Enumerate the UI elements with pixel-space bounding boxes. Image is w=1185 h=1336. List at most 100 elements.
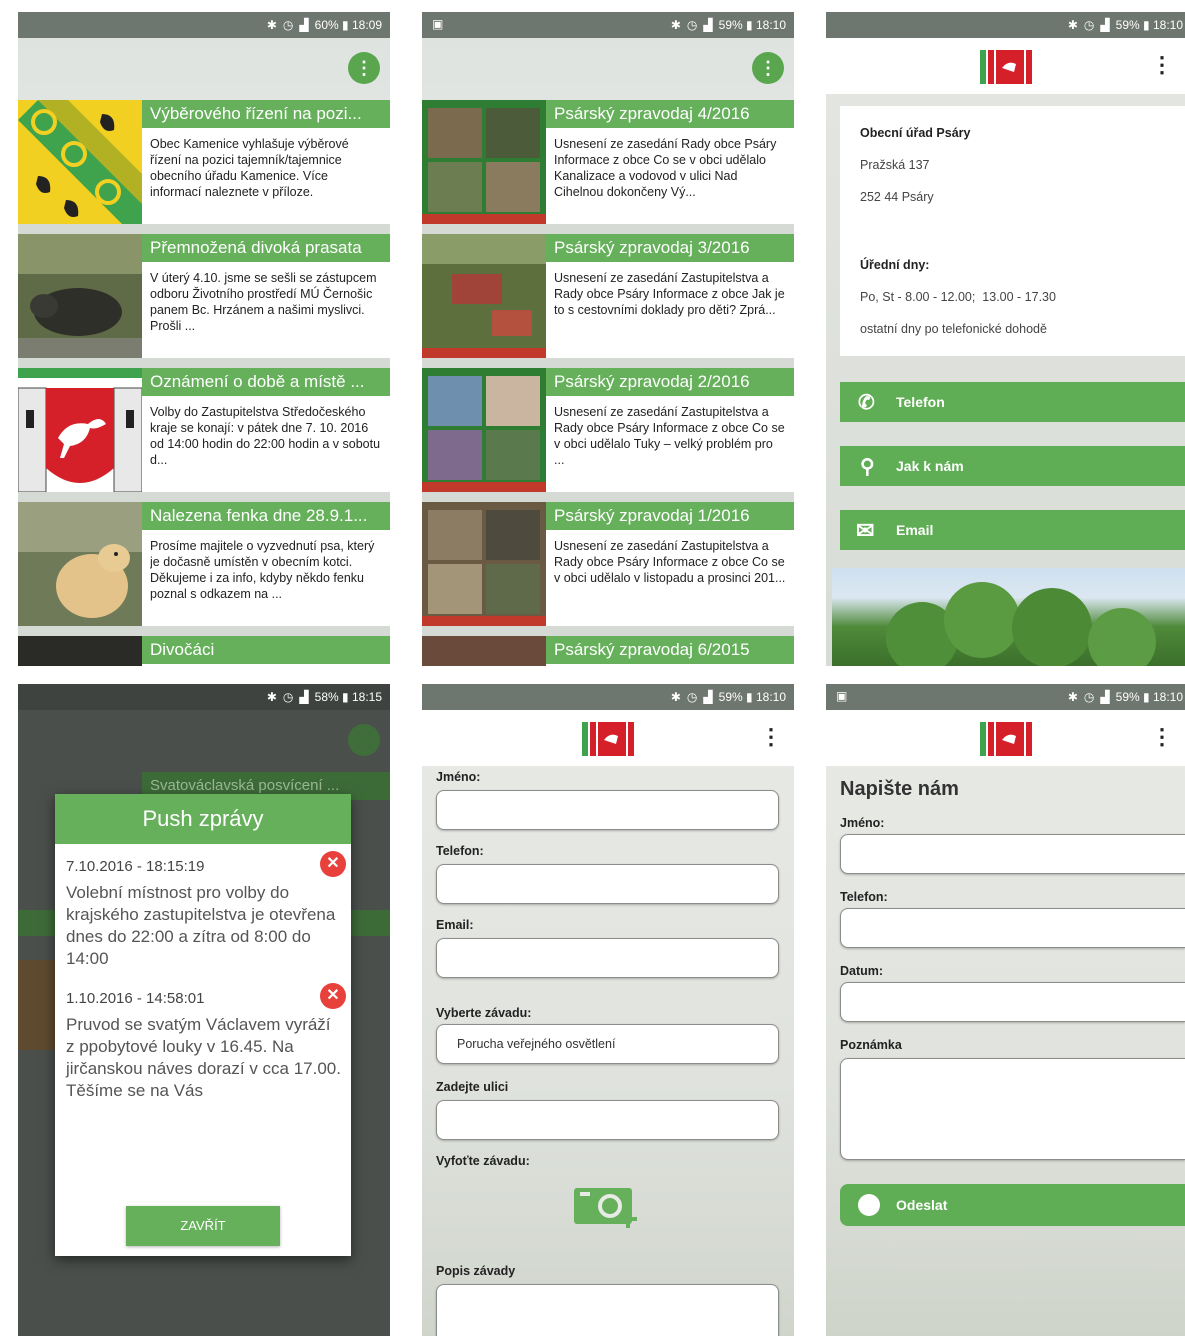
news-desc: V úterý 4.10. jsme se sešli se zástupcem… [150,271,377,333]
add-photo-button[interactable] [574,1180,638,1230]
newsletter-item[interactable]: Psárský zpravodaj 6/2015 [422,636,794,666]
email-button-label: Email [896,522,934,538]
newsletter-desc: Usnesení ze zasedání Zastupitelstva a Ra… [554,539,786,585]
note-textarea[interactable] [840,1058,1185,1160]
date-input[interactable] [840,982,1185,1022]
newsletter-item[interactable]: Psárský zpravodaj 1/2016 Usnesení ze zas… [422,502,794,626]
coat-of-arms-psary [18,368,142,492]
news-photo-boars [18,636,142,666]
bluetooth-icon: ✱ [266,690,277,704]
dialog-title: Push zprávy [55,794,351,844]
defect-type-select[interactable]: Porucha veřejného osvětlení [436,1024,779,1064]
directions-button[interactable]: ⚲ Jak k nám [840,446,1185,486]
divider [422,626,794,636]
overflow-menu-button[interactable]: ⋮ [760,724,782,750]
battery-icon: ▮ [342,18,349,32]
news-title: Přemnožená divoká prasata [142,234,390,262]
battery-percent: 59% [1115,18,1140,32]
send-button-label: Odeslat [896,1197,948,1213]
news-desc: Prosíme majitele o vyzvednutí psa, který… [150,539,375,601]
divider [422,492,794,502]
app-header: ⋮ [422,710,794,766]
news-title: Výběrového řízení na pozi... [142,100,390,128]
newsletter-cover [422,100,546,224]
more-menu-button[interactable]: ⋮ [348,52,380,84]
send-button[interactable]: Odeslat [840,1184,1185,1226]
newsletter-desc: Usnesení ze zasedání Rady obce Psáry Inf… [554,137,777,199]
alarm-icon: ◷ [282,690,294,704]
phone-button-label: Telefon [896,394,945,410]
more-menu-button[interactable]: ⋮ [752,52,784,84]
alarm-icon: ◷ [1083,18,1095,32]
street-input[interactable] [436,1100,779,1140]
newsletter-item[interactable]: Psárský zpravodaj 2/2016 Usnesení ze zas… [422,368,794,492]
app-header: ⋮ [826,38,1185,94]
status-bar: ✱ ◷ ▟ 59% ▮ 18:10 [422,684,794,710]
overflow-menu-button[interactable]: ⋮ [1151,724,1173,750]
name-label: Jméno: [436,770,481,784]
overflow-menu-button[interactable]: ⋮ [1151,52,1173,78]
news-title: Nalezena fenka dne 28.9.1... [142,502,390,530]
email-input[interactable] [436,938,779,978]
date-label: Datum: [840,964,884,978]
contact-card: Obecní úřad Psáry Pražská 137 252 44 Psá… [840,106,1185,356]
status-bar: ▣ ✱ ◷ ▟ 59% ▮ 18:10 [826,684,1185,710]
newsletter-title: Psárský zpravodaj 3/2016 [546,234,794,262]
news-item[interactable]: Výběrového řízení na pozi... Obec Kameni… [18,100,390,224]
message-text: Volební místnost pro volby do krajského … [66,883,336,968]
name-input[interactable] [436,790,779,830]
divider [18,492,390,502]
form-heading: Napište nám [840,778,959,800]
news-title: Divočáci [142,636,390,664]
screen-contact: ✱ ◷ ▟ 59% ▮ 18:10 ⋮ Obecní úřad Psáry Pražs… [826,12,1185,666]
newsletter-title: Psárský zpravodaj 2/2016 [546,368,794,396]
alarm-icon: ◷ [1083,690,1095,704]
delete-message-icon[interactable]: ✕ [320,851,346,877]
battery-icon: ▮ [1143,690,1150,704]
newsletter-item[interactable]: Psárský zpravodaj 4/2016 Usnesení ze zas… [422,100,794,224]
status-bar: ✱ ◷ ▟ 60% ▮ 18:09 [18,12,390,38]
delete-message-icon[interactable]: ✕ [320,983,346,1009]
screen-write-us: ▣ ✱ ◷ ▟ 59% ▮ 18:10 ⋮ Napište nám Jméno: Te… [826,684,1185,1336]
signal-icon: ▟ [703,18,713,32]
battery-percent: 59% [718,18,743,32]
camera-add-icon [574,1188,637,1228]
office-street: Pražská 137 [860,158,930,172]
background [826,710,1185,1336]
clock: 18:15 [351,690,382,704]
newsletter-title: Psárský zpravodaj 6/2015 [546,636,794,664]
battery-percent: 60% [314,18,339,32]
office-other-days: ostatní dny po telefonické dohodě [860,322,1047,336]
divider [422,358,794,368]
screen-push-dialog: ✱ ◷ ▟ 58% ▮ 18:15 Svatováclavská posvícení … [18,684,390,1336]
email-button[interactable]: ✉ Email [840,510,1185,550]
screen-report-defect: ✱ ◷ ▟ 59% ▮ 18:10 ⋮ Jméno: Telefon: Email: … [422,684,794,1336]
image-notification-icon: ▣ [836,689,848,703]
name-input[interactable] [840,834,1185,874]
signal-icon: ▟ [299,18,309,32]
description-textarea[interactable] [436,1284,779,1336]
battery-icon: ▮ [746,690,753,704]
newsletter-cover [422,234,546,358]
news-item[interactable]: Divočáci [18,636,390,666]
phone-input[interactable] [436,864,779,904]
signal-icon: ▟ [299,690,309,704]
screen-news-list: ✱ ◷ ▟ 60% ▮ 18:09 ⋮ Výběrového řízení na po… [18,12,390,666]
clock: 18:10 [755,18,786,32]
news-desc: Obec Kamenice vyhlašuje výběrové řízení … [150,137,349,199]
phone-button[interactable]: ✆ Telefon [840,382,1185,422]
news-item[interactable]: Nalezena fenka dne 28.9.1... Prosíme maj… [18,502,390,626]
divider [18,626,390,636]
divider [18,224,390,234]
office-hours-label: Úřední dny: [860,258,930,272]
divider [18,358,390,368]
news-item[interactable]: Přemnožená divoká prasata V úterý 4.10. … [18,234,390,358]
envelope-icon: ✉ [856,518,875,543]
newsletter-item[interactable]: Psárský zpravodaj 3/2016 Usnesení ze zas… [422,234,794,358]
news-photo-boar [18,234,142,358]
status-bar: ✱ ◷ ▟ 59% ▮ 18:10 [826,12,1185,38]
news-item[interactable]: Oznámení o době a místě ... Volby do Zas… [18,368,390,492]
close-dialog-button[interactable]: ZAVŘÍT [126,1206,280,1246]
phone-input[interactable] [840,908,1185,948]
alarm-icon: ◷ [686,18,698,32]
